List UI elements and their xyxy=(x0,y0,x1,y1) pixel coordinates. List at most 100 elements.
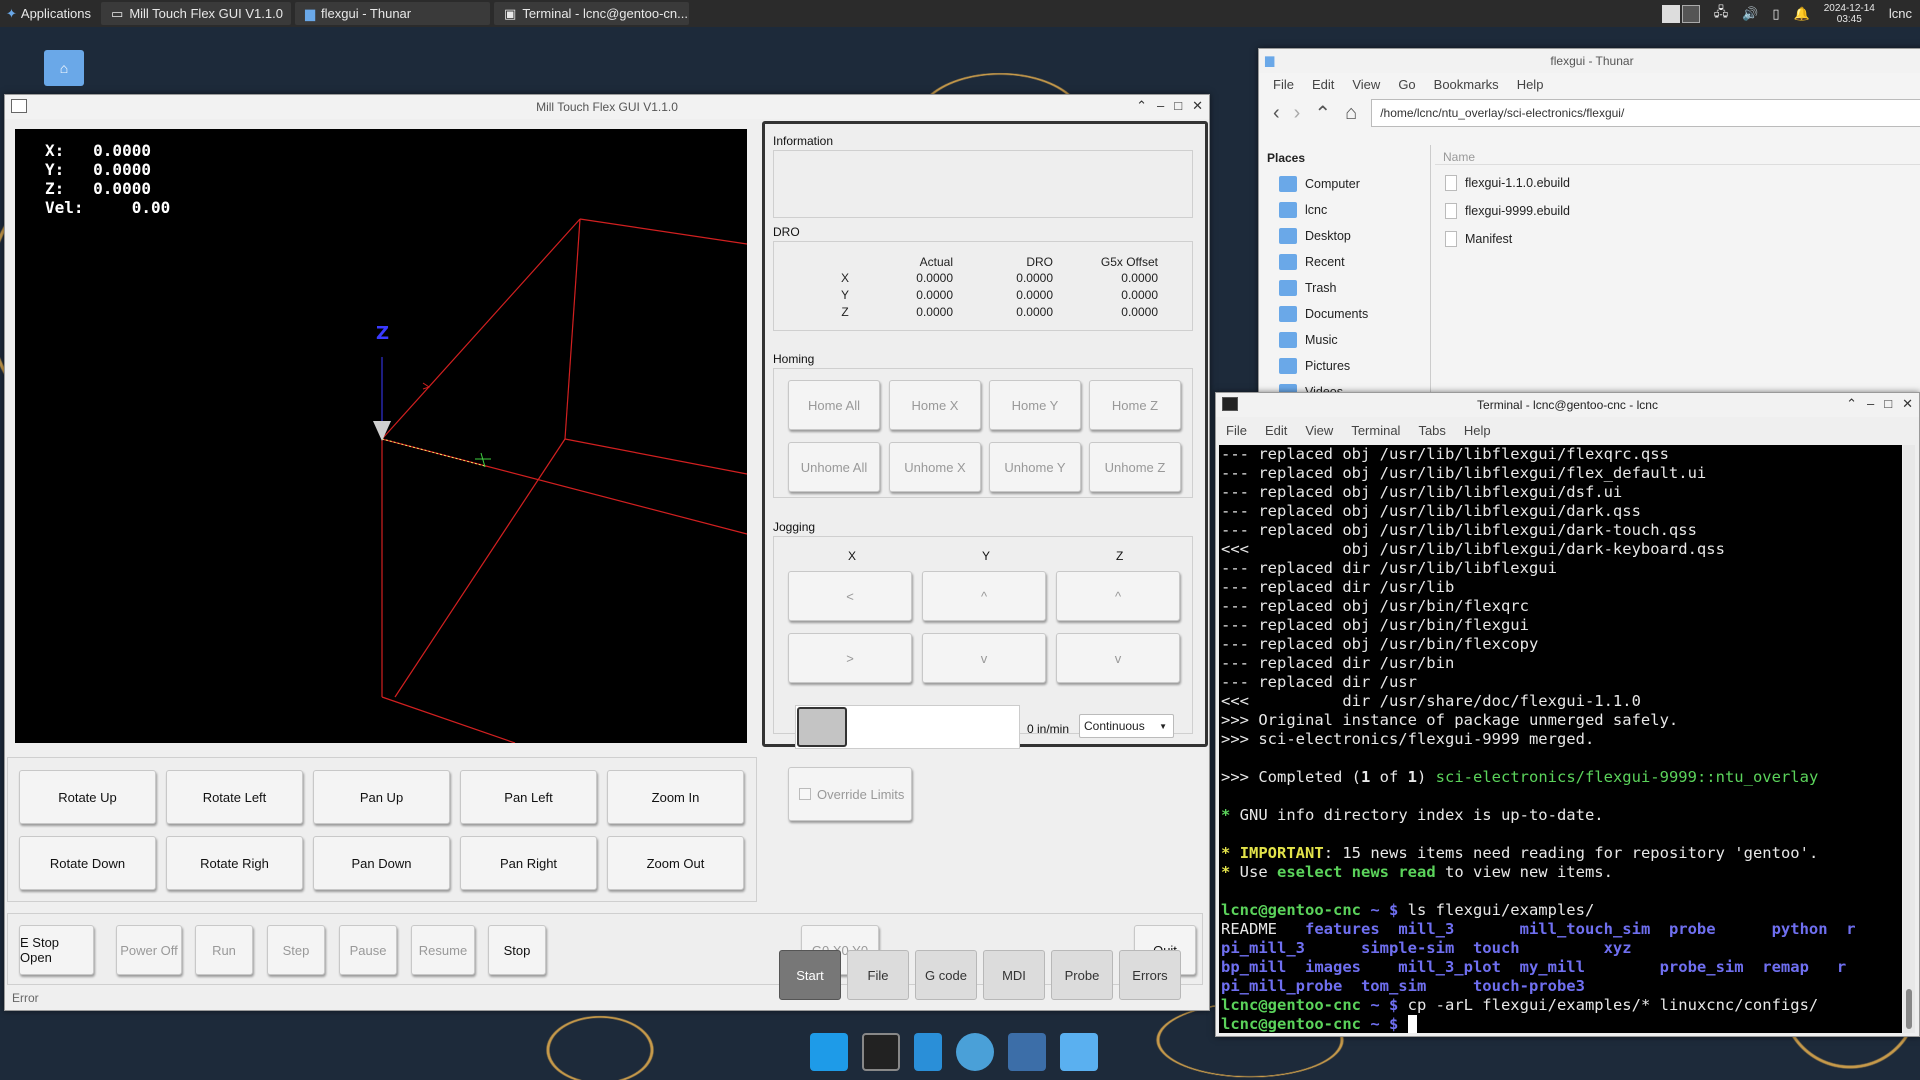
pan-down-button[interactable]: Pan Down xyxy=(313,836,450,890)
pan-left-button[interactable]: Pan Left xyxy=(460,770,597,824)
web-browser-icon[interactable] xyxy=(956,1033,994,1071)
forward-icon[interactable]: › xyxy=(1294,102,1301,125)
home-y-button[interactable]: Home Y xyxy=(989,380,1081,430)
menu-terminal[interactable]: Terminal xyxy=(1351,423,1400,438)
place-item[interactable]: Music xyxy=(1259,327,1430,353)
scrollbar-thumb[interactable] xyxy=(1906,989,1912,1029)
app-finder-icon[interactable] xyxy=(1008,1033,1046,1071)
unhome-x-button[interactable]: Unhome X xyxy=(889,442,981,492)
jog-speed-slider[interactable] xyxy=(795,705,1020,749)
jog-x-plus-button[interactable]: > xyxy=(788,633,912,683)
applications-menu[interactable]: ✦ Applications xyxy=(0,0,97,27)
tab-start[interactable]: Start xyxy=(779,950,841,1000)
task-terminal[interactable]: ▣ Terminal - lcnc@gentoo-cn... xyxy=(494,2,690,25)
rotate-down-button[interactable]: Rotate Down xyxy=(19,836,156,890)
user-menu[interactable]: lcnc xyxy=(1889,6,1912,21)
unhome-y-button[interactable]: Unhome Y xyxy=(989,442,1081,492)
jog-y-minus-button[interactable]: v xyxy=(922,633,1046,683)
home-x-button[interactable]: Home X xyxy=(889,380,981,430)
place-item[interactable]: Videos xyxy=(1259,379,1430,393)
file-item[interactable]: flexgui-1.1.0.ebuild xyxy=(1435,169,1920,197)
terminal-titlebar[interactable]: Terminal - lcnc@gentoo-cnc - lcnc ⌃ – □ ✕ xyxy=(1216,393,1919,417)
shade-icon[interactable]: ⌃ xyxy=(1136,98,1147,114)
gui-titlebar[interactable]: Mill Touch Flex GUI V1.1.0 ⌃ – □ ✕ xyxy=(5,95,1209,119)
close-icon[interactable]: ✕ xyxy=(1902,396,1913,412)
terminal-icon[interactable] xyxy=(862,1033,900,1071)
jog-y-plus-button[interactable]: ^ xyxy=(922,571,1046,621)
tab-probe[interactable]: Probe xyxy=(1051,950,1113,1000)
network-icon[interactable]: 🖧 xyxy=(1714,3,1729,25)
pan-up-button[interactable]: Pan Up xyxy=(313,770,450,824)
tab-file[interactable]: File xyxy=(847,950,909,1000)
close-icon[interactable]: ✕ xyxy=(1192,98,1203,114)
unhome-all-button[interactable]: Unhome All xyxy=(788,442,880,492)
3d-viewport[interactable]: X: 0.0000 Y: 0.0000 Z: 0.0000 Vel: 0.00 Z xyxy=(15,129,747,743)
menu-help[interactable]: Help xyxy=(1464,423,1491,438)
minimize-icon[interactable]: – xyxy=(1157,98,1164,114)
notification-icon[interactable]: 🔔 xyxy=(1794,6,1810,22)
menu-edit[interactable]: Edit xyxy=(1312,77,1334,92)
file-manager-icon[interactable] xyxy=(914,1033,942,1071)
rotate-left-button[interactable]: Rotate Left xyxy=(166,770,303,824)
power-button[interactable]: Power Off xyxy=(116,925,182,975)
zoom-out-button[interactable]: Zoom Out xyxy=(607,836,744,890)
pause-button[interactable]: Pause xyxy=(339,925,397,975)
menu-file[interactable]: File xyxy=(1273,77,1294,92)
maximize-icon[interactable]: □ xyxy=(1174,98,1182,114)
up-icon[interactable]: ⌃ xyxy=(1314,101,1331,126)
jog-x-minus-button[interactable]: < xyxy=(788,571,912,621)
unhome-z-button[interactable]: Unhome Z xyxy=(1089,442,1181,492)
menu-go[interactable]: Go xyxy=(1398,77,1415,92)
minimize-icon[interactable]: – xyxy=(1867,396,1874,412)
menu-tabs[interactable]: Tabs xyxy=(1418,423,1445,438)
task-thunar[interactable]: ▆ flexgui - Thunar xyxy=(295,2,491,25)
jog-z-plus-button[interactable]: ^ xyxy=(1056,571,1180,621)
place-item[interactable]: Computer xyxy=(1259,171,1430,197)
volume-icon[interactable]: 🔊 xyxy=(1742,6,1758,22)
rotate-right-button[interactable]: Rotate Righ xyxy=(166,836,303,890)
zoom-in-button[interactable]: Zoom In xyxy=(607,770,744,824)
home-icon[interactable]: ⌂ xyxy=(1345,102,1357,125)
place-item[interactable]: Pictures xyxy=(1259,353,1430,379)
clock[interactable]: 2024-12-14 03:45 xyxy=(1824,3,1875,25)
terminal-output[interactable]: --- replaced obj /usr/lib/libflexgui/fle… xyxy=(1219,445,1902,1033)
maximize-icon[interactable]: □ xyxy=(1884,396,1892,412)
place-item[interactable]: lcnc xyxy=(1259,197,1430,223)
place-item[interactable]: Desktop xyxy=(1259,223,1430,249)
file-item[interactable]: flexgui-9999.ebuild xyxy=(1435,197,1920,225)
menu-bookmarks[interactable]: Bookmarks xyxy=(1434,77,1499,92)
tab-errors[interactable]: Errors xyxy=(1119,950,1181,1000)
workspace-switcher[interactable] xyxy=(1661,4,1700,23)
jog-mode-select[interactable]: Continuous ▼ xyxy=(1079,714,1174,738)
file-item[interactable]: Manifest xyxy=(1435,225,1920,253)
desktop-home-icon[interactable]: ⌂ xyxy=(44,50,84,86)
slider-handle[interactable] xyxy=(797,707,847,747)
thunar-titlebar[interactable]: ▆ flexgui - Thunar xyxy=(1259,49,1920,73)
tab-gcode[interactable]: G code xyxy=(915,950,977,1000)
run-button[interactable]: Run xyxy=(195,925,253,975)
jog-z-minus-button[interactable]: v xyxy=(1056,633,1180,683)
tab-mdi[interactable]: MDI xyxy=(983,950,1045,1000)
home-all-button[interactable]: Home All xyxy=(788,380,880,430)
home-z-button[interactable]: Home Z xyxy=(1089,380,1181,430)
menu-view[interactable]: View xyxy=(1352,77,1380,92)
location-bar[interactable]: /home/lcnc/ntu_overlay/sci-electronics/f… xyxy=(1371,99,1920,127)
place-item[interactable]: Trash xyxy=(1259,275,1430,301)
menu-help[interactable]: Help xyxy=(1517,77,1544,92)
shade-icon[interactable]: ⌃ xyxy=(1846,396,1857,412)
rotate-up-button[interactable]: Rotate Up xyxy=(19,770,156,824)
pan-right-button[interactable]: Pan Right xyxy=(460,836,597,890)
place-item[interactable]: Recent xyxy=(1259,249,1430,275)
task-gui[interactable]: ▭ Mill Touch Flex GUI V1.1.0 xyxy=(101,2,292,25)
stop-button[interactable]: Stop xyxy=(488,925,546,975)
step-button[interactable]: Step xyxy=(267,925,325,975)
terminal-scrollbar[interactable] xyxy=(1903,445,1915,1033)
show-desktop-icon[interactable] xyxy=(810,1033,848,1071)
resume-button[interactable]: Resume xyxy=(411,925,475,975)
override-limits-checkbox[interactable]: Override Limits xyxy=(788,767,912,821)
estop-button[interactable]: E Stop Open xyxy=(19,925,94,975)
place-item[interactable]: Documents xyxy=(1259,301,1430,327)
name-column-header[interactable]: Name xyxy=(1435,145,1920,165)
menu-file[interactable]: File xyxy=(1226,423,1247,438)
menu-edit[interactable]: Edit xyxy=(1265,423,1287,438)
